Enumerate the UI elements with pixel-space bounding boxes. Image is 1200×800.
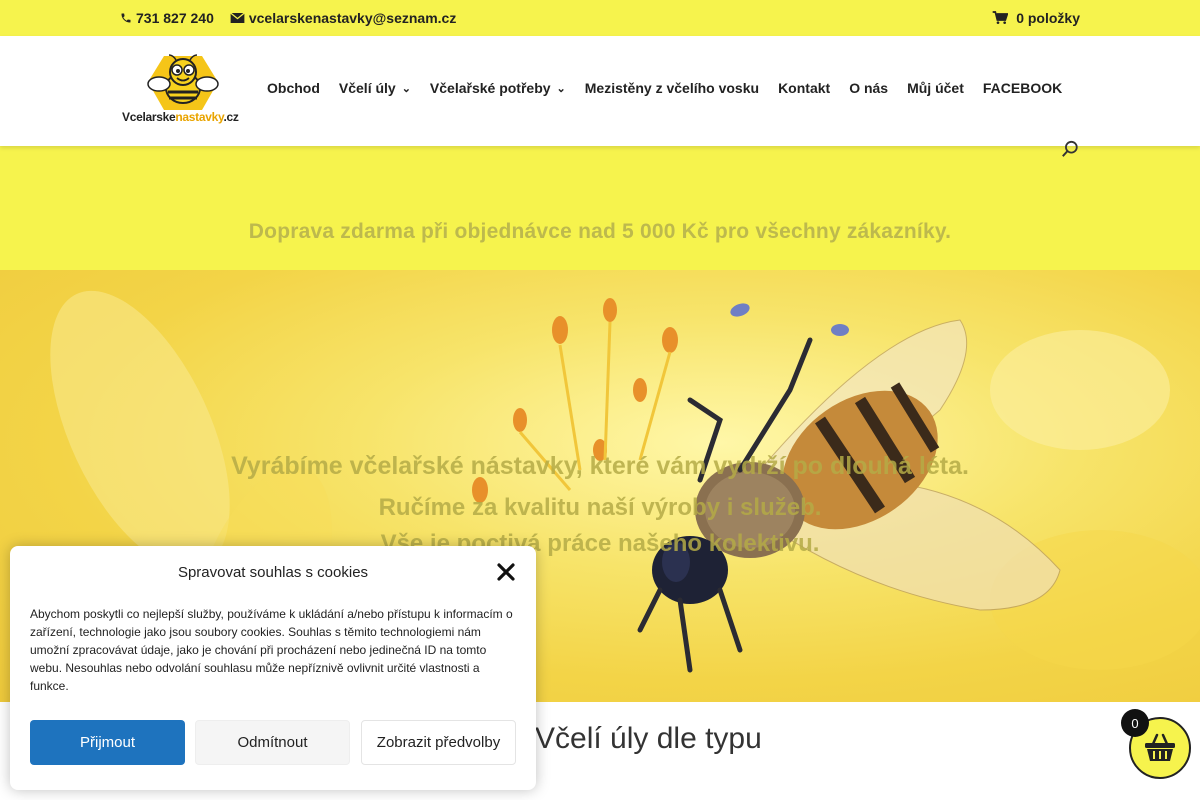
nav-label: FACEBOOK <box>982 80 1063 96</box>
cart-items-count: 0 položky <box>1016 10 1080 26</box>
nav-item-o-nas[interactable]: O nás <box>849 80 888 96</box>
site-logo[interactable]: Vcelarskenastavky.cz <box>122 54 246 128</box>
cookie-dialog-title: Spravovat souhlas s cookies <box>177 564 369 581</box>
search-icon[interactable] <box>1061 140 1079 158</box>
hero-line-2: Ručíme za kvalitu naší výroby i služeb. <box>378 494 822 521</box>
main-nav: Obchod Včelí úly ⌄ Včelařské potřeby ⌄ Mez… <box>267 80 1062 96</box>
envelope-icon <box>230 12 245 23</box>
phone-number: 731 827 240 <box>136 10 214 26</box>
chevron-down-icon: ⌄ <box>401 82 411 95</box>
nav-label: Kontakt <box>778 80 831 96</box>
contact-info: 731 827 240 vcelarskenastavky@seznam.cz <box>120 10 456 26</box>
section-title-text: Včelí úly dle typu <box>535 722 762 755</box>
logo-text-part1: Vcelarske <box>122 110 176 124</box>
cookie-consent-dialog: Spravovat souhlas s cookies Abychom posk… <box>10 546 536 790</box>
section-title: Včelí úly dle typu <box>535 722 762 756</box>
top-bar: 731 827 240 vcelarskenastavky@seznam.cz … <box>0 0 1200 36</box>
cookie-dialog-text: Abychom poskytli co nejlepší služby, pou… <box>30 607 513 693</box>
shipping-banner: Doprava zdarma při objednávce nad 5 000 … <box>0 146 1200 270</box>
deny-button[interactable]: Odmítnout <box>195 720 350 765</box>
phone-icon <box>121 13 131 23</box>
bee-logo-icon <box>147 54 219 110</box>
nav-label: O nás <box>849 80 889 96</box>
nav-label: Včelí úly <box>338 80 396 96</box>
nav-label: Mezistěny z včelího vosku <box>584 80 760 96</box>
hero-line-1: Vyrábíme včelařské nástavky, které vám v… <box>231 452 969 480</box>
nav-item-mezisteny[interactable]: Mezistěny z včelího vosku <box>585 80 759 96</box>
logo-wordmark: Vcelarskenastavky.cz <box>122 110 239 124</box>
site-header: Vcelarskenastavky.cz Obchod Včelí úly ⌄ V… <box>0 36 1200 157</box>
phone-link[interactable]: 731 827 240 <box>120 10 214 26</box>
nav-item-vcelarske-potreby[interactable]: Včelařské potřeby ⌄ <box>430 80 566 96</box>
nav-item-facebook[interactable]: FACEBOOK <box>983 80 1062 96</box>
email-link[interactable]: vcelarskenastavky@seznam.cz <box>230 10 456 26</box>
cart-count-badge: 0 <box>1121 709 1149 737</box>
chevron-down-icon: ⌄ <box>556 82 566 95</box>
nav-label: Včelařské potřeby <box>429 80 551 96</box>
nav-label: Obchod <box>267 80 320 96</box>
cart-icon <box>992 11 1009 24</box>
shipping-text: Doprava zdarma při objednávce nad 5 000 … <box>248 220 952 243</box>
logo-text-part2: nastavky <box>175 110 224 124</box>
nav-item-obchod[interactable]: Obchod <box>267 80 320 96</box>
email-address: vcelarskenastavky@seznam.cz <box>248 10 457 26</box>
preferences-button[interactable]: Zobrazit předvolby <box>361 720 516 765</box>
logo-text-part3: .cz <box>223 110 239 124</box>
topbar-cart-link[interactable]: 0 položky <box>992 10 1080 26</box>
nav-item-vceli-uly[interactable]: Včelí úly ⌄ <box>339 80 411 96</box>
nav-item-kontakt[interactable]: Kontakt <box>778 80 830 96</box>
nav-label: Můj účet <box>907 80 964 96</box>
close-icon[interactable] <box>496 562 516 582</box>
accept-button[interactable]: Přijmout <box>30 720 185 765</box>
basket-icon <box>1145 733 1175 761</box>
nav-item-muj-ucet[interactable]: Můj účet <box>907 80 964 96</box>
